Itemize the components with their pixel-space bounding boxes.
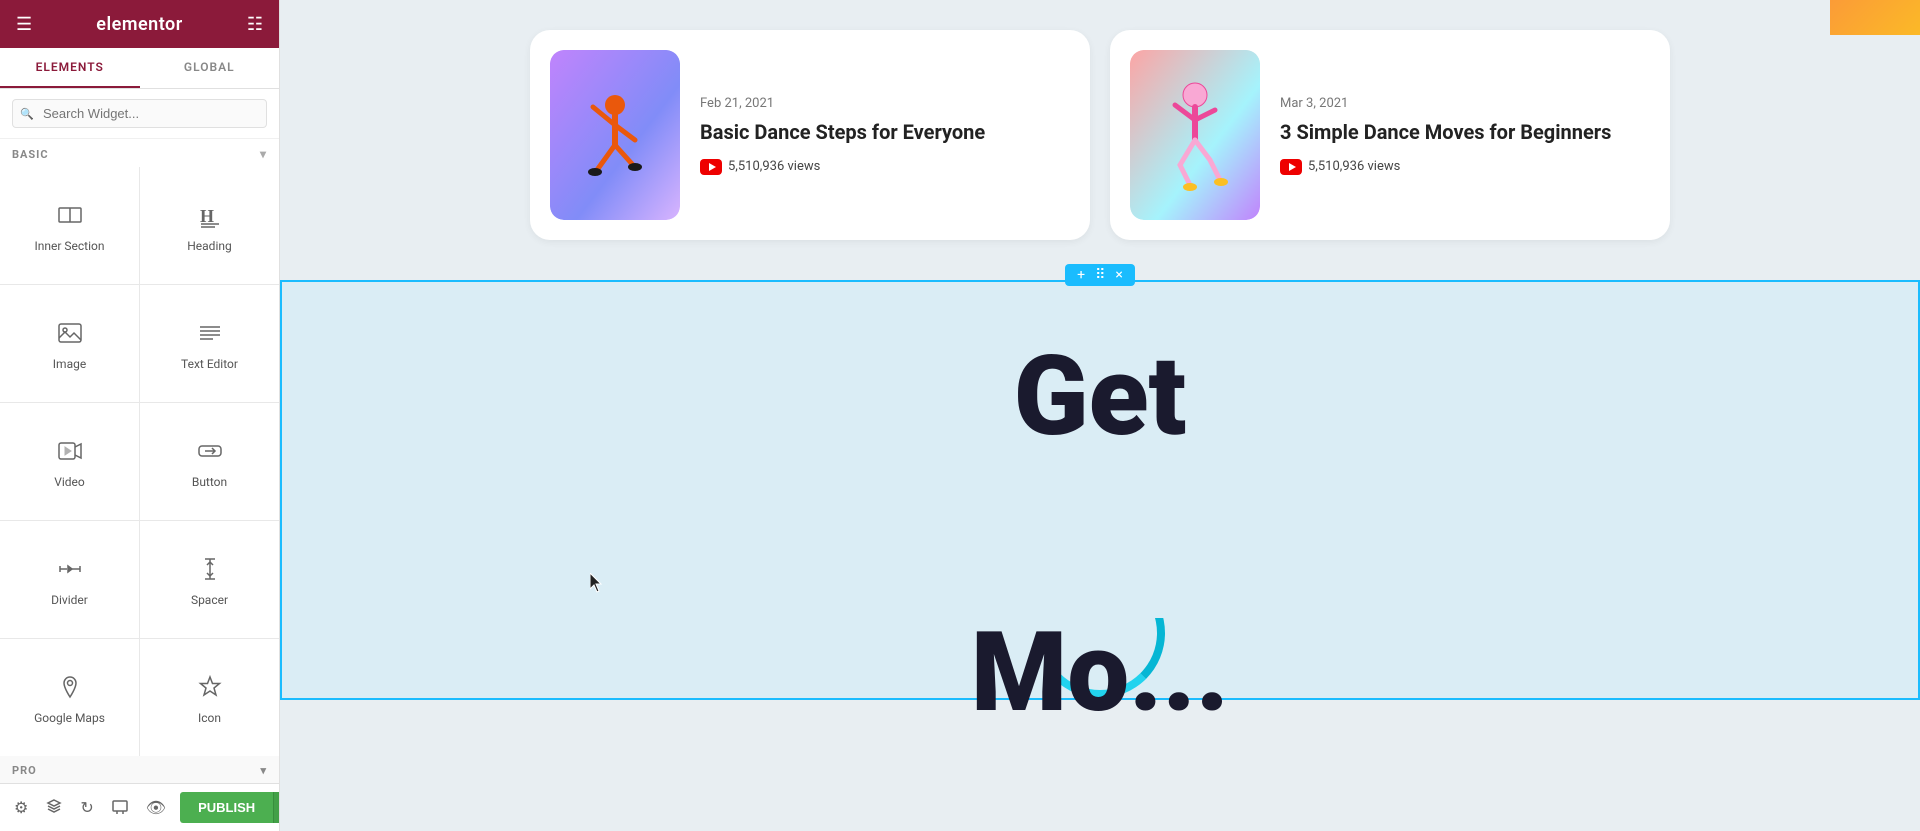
responsive-icon[interactable] [108,794,132,822]
sidebar-search-container [0,89,279,139]
widget-grid: Inner Section H Heading Ima [0,167,279,756]
google-maps-icon [57,674,83,705]
divider-icon [57,556,83,587]
widget-button-label: Button [192,475,227,489]
widget-inner-section[interactable]: Inner Section [0,167,139,284]
grid-icon[interactable]: ☷ [247,14,263,35]
settings-icon[interactable]: ⚙ [10,794,32,821]
widget-video-label: Video [54,475,85,489]
hero-section: Get Mo... [280,280,1920,700]
button-svg [197,438,223,464]
video-icon [57,438,83,469]
widget-spacer-label: Spacer [191,593,228,607]
search-input[interactable] [12,99,267,128]
eye-icon[interactable]: 👁 [142,794,170,821]
publish-btn-group: PUBLISH ▼ [180,792,280,823]
dance-card-1: Feb 21, 2021 Basic Dance Steps for Every… [530,30,1090,240]
widget-button[interactable]: Button [140,403,279,520]
publish-button[interactable]: PUBLISH [180,792,273,823]
main-content: Feb 21, 2021 Basic Dance Steps for Every… [280,0,1920,831]
dance-card-1-image [550,50,680,220]
dancer-2-svg [1130,50,1260,220]
dance-card-2-info: Mar 3, 2021 3 Simple Dance Moves for Beg… [1280,96,1646,175]
widget-divider-label: Divider [51,593,88,607]
widget-inner-section-label: Inner Section [34,239,104,253]
hamburger-icon[interactable]: ☰ [16,14,32,35]
dance-card-1-title: Basic Dance Steps for Everyone [700,119,1066,145]
widget-icon-label: Icon [198,711,221,725]
widget-text-editor[interactable]: Text Editor [140,285,279,402]
widget-image[interactable]: Image [0,285,139,402]
layers-icon[interactable] [42,794,66,822]
widget-icon[interactable]: Icon [140,639,279,756]
dance-card-1-image-bg [550,50,680,220]
dance-card-2: Mar 3, 2021 3 Simple Dance Moves for Beg… [1110,30,1670,240]
hero-get-text: Get [1014,342,1187,452]
maps-svg [57,674,83,700]
tab-elements[interactable]: ELEMENTS [0,48,140,88]
publish-dropdown-button[interactable]: ▼ [273,792,280,823]
widget-video[interactable]: Video [0,403,139,520]
pro-section-label[interactable]: PRO ▾ [0,756,279,783]
widget-spacer[interactable]: Spacer [140,521,279,638]
pro-chevron-icon: ▾ [260,764,267,777]
image-icon [57,320,83,351]
widget-google-maps[interactable]: Google Maps [0,639,139,756]
inner-section-svg [57,202,83,228]
widget-heading[interactable]: H Heading [140,167,279,284]
dance-card-2-image [1130,50,1260,220]
video-svg [57,438,83,464]
spacer-icon [197,556,223,587]
divider-svg [57,556,83,582]
widget-divider[interactable]: Divider [0,521,139,638]
basic-section-label[interactable]: BASIC ▾ [0,139,279,167]
sidebar-tabs: ELEMENTS GLOBAL [0,48,279,89]
widget-heading-label: Heading [187,239,232,253]
section-move-button[interactable]: ⠿ [1091,268,1109,282]
text-editor-svg [197,320,223,346]
dance-card-2-views: 5,510,936 views [1280,159,1646,175]
heading-svg: H [197,202,223,228]
text-editor-icon [197,320,223,351]
icon-widget-icon [197,674,223,705]
youtube-icon-1 [700,159,722,175]
inner-section-icon [57,202,83,233]
dance-card-1-views: 5,510,936 views [700,159,1066,175]
section-close-button[interactable]: × [1111,268,1126,282]
section-toolbar-pill: + ⠿ × [1065,264,1135,286]
youtube-icon-2 [1280,159,1302,175]
image-svg [57,320,83,346]
dance-card-1-date: Feb 21, 2021 [700,96,1066,111]
section-add-button[interactable]: + [1073,268,1089,282]
dance-card-2-image-bg [1130,50,1260,220]
hero-mo-text: Mo... [971,618,1229,728]
history-icon[interactable]: ↻ [76,794,97,821]
sidebar: ☰ elementor ☷ ELEMENTS GLOBAL BASIC ▾ In… [0,0,280,831]
sidebar-logo: elementor [96,14,182,35]
dance-card-2-date: Mar 3, 2021 [1280,96,1646,111]
dance-card-2-title: 3 Simple Dance Moves for Beginners [1280,119,1646,145]
dance-card-1-info: Feb 21, 2021 Basic Dance Steps for Every… [700,96,1066,175]
chevron-down-icon: ▾ [260,147,267,161]
widget-google-maps-label: Google Maps [34,711,105,725]
widget-text-editor-label: Text Editor [181,357,238,371]
spacer-svg [197,556,223,582]
dance-cards-section: Feb 21, 2021 Basic Dance Steps for Every… [280,0,1920,280]
sidebar-header: ☰ elementor ☷ [0,0,279,48]
widget-image-label: Image [53,357,86,371]
sidebar-bottom-toolbar: ⚙ ↻ 👁 PUBLISH ▼ [0,783,279,831]
svg-text:H: H [200,206,214,226]
button-icon [197,438,223,469]
icon-svg [197,674,223,700]
heading-icon: H [197,202,223,233]
tab-global[interactable]: GLOBAL [140,48,280,88]
dancer-1-svg [550,50,680,220]
